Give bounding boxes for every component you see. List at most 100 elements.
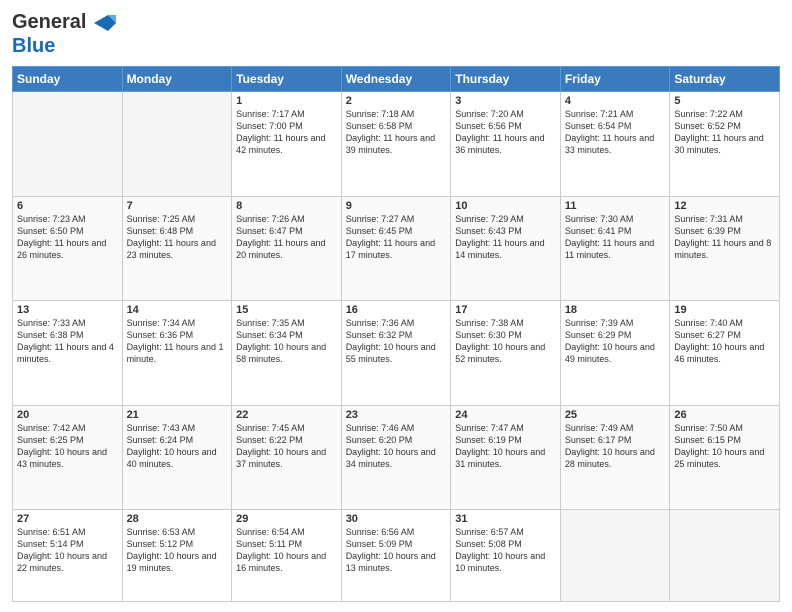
day-number: 13	[17, 304, 118, 316]
calendar-day-cell	[122, 92, 232, 197]
day-number: 1	[236, 95, 337, 107]
calendar-day-cell: 12Sunrise: 7:31 AMSunset: 6:39 PMDayligh…	[670, 196, 780, 301]
page-container: General Blue SundayMondayTuesdayWednesda…	[0, 0, 792, 612]
header: General Blue	[12, 10, 780, 58]
day-info: Sunrise: 7:33 AMSunset: 6:38 PMDaylight:…	[17, 317, 118, 366]
calendar-day-cell: 29Sunrise: 6:54 AMSunset: 5:11 PMDayligh…	[232, 510, 342, 602]
calendar-day-cell: 31Sunrise: 6:57 AMSunset: 5:08 PMDayligh…	[451, 510, 561, 602]
calendar-week-row: 13Sunrise: 7:33 AMSunset: 6:38 PMDayligh…	[13, 301, 780, 406]
logo-wordmark: General Blue	[12, 10, 116, 58]
day-number: 17	[455, 304, 556, 316]
calendar-day-cell: 16Sunrise: 7:36 AMSunset: 6:32 PMDayligh…	[341, 301, 451, 406]
day-number: 25	[565, 409, 666, 421]
calendar-week-row: 27Sunrise: 6:51 AMSunset: 5:14 PMDayligh…	[13, 510, 780, 602]
calendar-day-cell: 10Sunrise: 7:29 AMSunset: 6:43 PMDayligh…	[451, 196, 561, 301]
day-info: Sunrise: 7:17 AMSunset: 7:00 PMDaylight:…	[236, 108, 337, 157]
day-info: Sunrise: 7:40 AMSunset: 6:27 PMDaylight:…	[674, 317, 775, 366]
day-number: 22	[236, 409, 337, 421]
calendar-day-cell: 25Sunrise: 7:49 AMSunset: 6:17 PMDayligh…	[560, 405, 670, 510]
day-info: Sunrise: 7:46 AMSunset: 6:20 PMDaylight:…	[346, 422, 447, 471]
weekday-header-monday: Monday	[122, 67, 232, 92]
day-number: 26	[674, 409, 775, 421]
day-info: Sunrise: 7:25 AMSunset: 6:48 PMDaylight:…	[127, 213, 228, 262]
day-info: Sunrise: 7:35 AMSunset: 6:34 PMDaylight:…	[236, 317, 337, 366]
day-info: Sunrise: 7:36 AMSunset: 6:32 PMDaylight:…	[346, 317, 447, 366]
calendar-day-cell: 28Sunrise: 6:53 AMSunset: 5:12 PMDayligh…	[122, 510, 232, 602]
calendar-day-cell: 5Sunrise: 7:22 AMSunset: 6:52 PMDaylight…	[670, 92, 780, 197]
calendar-day-cell: 20Sunrise: 7:42 AMSunset: 6:25 PMDayligh…	[13, 405, 123, 510]
calendar-day-cell: 30Sunrise: 6:56 AMSunset: 5:09 PMDayligh…	[341, 510, 451, 602]
day-info: Sunrise: 6:56 AMSunset: 5:09 PMDaylight:…	[346, 526, 447, 575]
day-info: Sunrise: 7:27 AMSunset: 6:45 PMDaylight:…	[346, 213, 447, 262]
day-number: 21	[127, 409, 228, 421]
day-number: 10	[455, 200, 556, 212]
day-number: 6	[17, 200, 118, 212]
calendar-day-cell: 22Sunrise: 7:45 AMSunset: 6:22 PMDayligh…	[232, 405, 342, 510]
day-info: Sunrise: 7:49 AMSunset: 6:17 PMDaylight:…	[565, 422, 666, 471]
day-info: Sunrise: 6:57 AMSunset: 5:08 PMDaylight:…	[455, 526, 556, 575]
day-number: 14	[127, 304, 228, 316]
day-number: 4	[565, 95, 666, 107]
day-number: 30	[346, 513, 447, 525]
day-info: Sunrise: 7:47 AMSunset: 6:19 PMDaylight:…	[455, 422, 556, 471]
day-info: Sunrise: 6:54 AMSunset: 5:11 PMDaylight:…	[236, 526, 337, 575]
calendar-day-cell	[670, 510, 780, 602]
calendar-day-cell: 15Sunrise: 7:35 AMSunset: 6:34 PMDayligh…	[232, 301, 342, 406]
calendar-day-cell: 8Sunrise: 7:26 AMSunset: 6:47 PMDaylight…	[232, 196, 342, 301]
day-number: 5	[674, 95, 775, 107]
day-info: Sunrise: 6:51 AMSunset: 5:14 PMDaylight:…	[17, 526, 118, 575]
day-info: Sunrise: 7:43 AMSunset: 6:24 PMDaylight:…	[127, 422, 228, 471]
day-info: Sunrise: 7:42 AMSunset: 6:25 PMDaylight:…	[17, 422, 118, 471]
calendar-day-cell: 2Sunrise: 7:18 AMSunset: 6:58 PMDaylight…	[341, 92, 451, 197]
day-number: 18	[565, 304, 666, 316]
calendar-day-cell: 21Sunrise: 7:43 AMSunset: 6:24 PMDayligh…	[122, 405, 232, 510]
day-number: 24	[455, 409, 556, 421]
calendar-day-cell: 4Sunrise: 7:21 AMSunset: 6:54 PMDaylight…	[560, 92, 670, 197]
calendar-day-cell	[13, 92, 123, 197]
calendar-day-cell: 13Sunrise: 7:33 AMSunset: 6:38 PMDayligh…	[13, 301, 123, 406]
day-number: 2	[346, 95, 447, 107]
calendar-week-row: 6Sunrise: 7:23 AMSunset: 6:50 PMDaylight…	[13, 196, 780, 301]
weekday-header-row: SundayMondayTuesdayWednesdayThursdayFrid…	[13, 67, 780, 92]
calendar-table: SundayMondayTuesdayWednesdayThursdayFrid…	[12, 66, 780, 602]
day-number: 27	[17, 513, 118, 525]
day-number: 29	[236, 513, 337, 525]
calendar-day-cell: 23Sunrise: 7:46 AMSunset: 6:20 PMDayligh…	[341, 405, 451, 510]
calendar-day-cell: 6Sunrise: 7:23 AMSunset: 6:50 PMDaylight…	[13, 196, 123, 301]
day-info: Sunrise: 7:26 AMSunset: 6:47 PMDaylight:…	[236, 213, 337, 262]
weekday-header-thursday: Thursday	[451, 67, 561, 92]
day-number: 15	[236, 304, 337, 316]
weekday-header-friday: Friday	[560, 67, 670, 92]
day-info: Sunrise: 6:53 AMSunset: 5:12 PMDaylight:…	[127, 526, 228, 575]
day-number: 7	[127, 200, 228, 212]
calendar-day-cell: 18Sunrise: 7:39 AMSunset: 6:29 PMDayligh…	[560, 301, 670, 406]
day-info: Sunrise: 7:38 AMSunset: 6:30 PMDaylight:…	[455, 317, 556, 366]
day-number: 28	[127, 513, 228, 525]
day-info: Sunrise: 7:39 AMSunset: 6:29 PMDaylight:…	[565, 317, 666, 366]
logo: General Blue	[12, 10, 116, 58]
logo-general-text: General	[12, 11, 86, 33]
day-info: Sunrise: 7:34 AMSunset: 6:36 PMDaylight:…	[127, 317, 228, 366]
calendar-week-row: 20Sunrise: 7:42 AMSunset: 6:25 PMDayligh…	[13, 405, 780, 510]
calendar-day-cell: 3Sunrise: 7:20 AMSunset: 6:56 PMDaylight…	[451, 92, 561, 197]
day-info: Sunrise: 7:23 AMSunset: 6:50 PMDaylight:…	[17, 213, 118, 262]
calendar-day-cell: 9Sunrise: 7:27 AMSunset: 6:45 PMDaylight…	[341, 196, 451, 301]
day-info: Sunrise: 7:22 AMSunset: 6:52 PMDaylight:…	[674, 108, 775, 157]
day-number: 3	[455, 95, 556, 107]
day-number: 9	[346, 200, 447, 212]
day-info: Sunrise: 7:30 AMSunset: 6:41 PMDaylight:…	[565, 213, 666, 262]
day-number: 8	[236, 200, 337, 212]
day-number: 19	[674, 304, 775, 316]
day-number: 20	[17, 409, 118, 421]
calendar-day-cell: 24Sunrise: 7:47 AMSunset: 6:19 PMDayligh…	[451, 405, 561, 510]
calendar-week-row: 1Sunrise: 7:17 AMSunset: 7:00 PMDaylight…	[13, 92, 780, 197]
day-info: Sunrise: 7:29 AMSunset: 6:43 PMDaylight:…	[455, 213, 556, 262]
calendar-day-cell: 11Sunrise: 7:30 AMSunset: 6:41 PMDayligh…	[560, 196, 670, 301]
logo-bird-icon	[94, 15, 116, 31]
weekday-header-saturday: Saturday	[670, 67, 780, 92]
calendar-day-cell: 14Sunrise: 7:34 AMSunset: 6:36 PMDayligh…	[122, 301, 232, 406]
day-number: 23	[346, 409, 447, 421]
calendar-day-cell: 17Sunrise: 7:38 AMSunset: 6:30 PMDayligh…	[451, 301, 561, 406]
day-number: 12	[674, 200, 775, 212]
day-number: 16	[346, 304, 447, 316]
